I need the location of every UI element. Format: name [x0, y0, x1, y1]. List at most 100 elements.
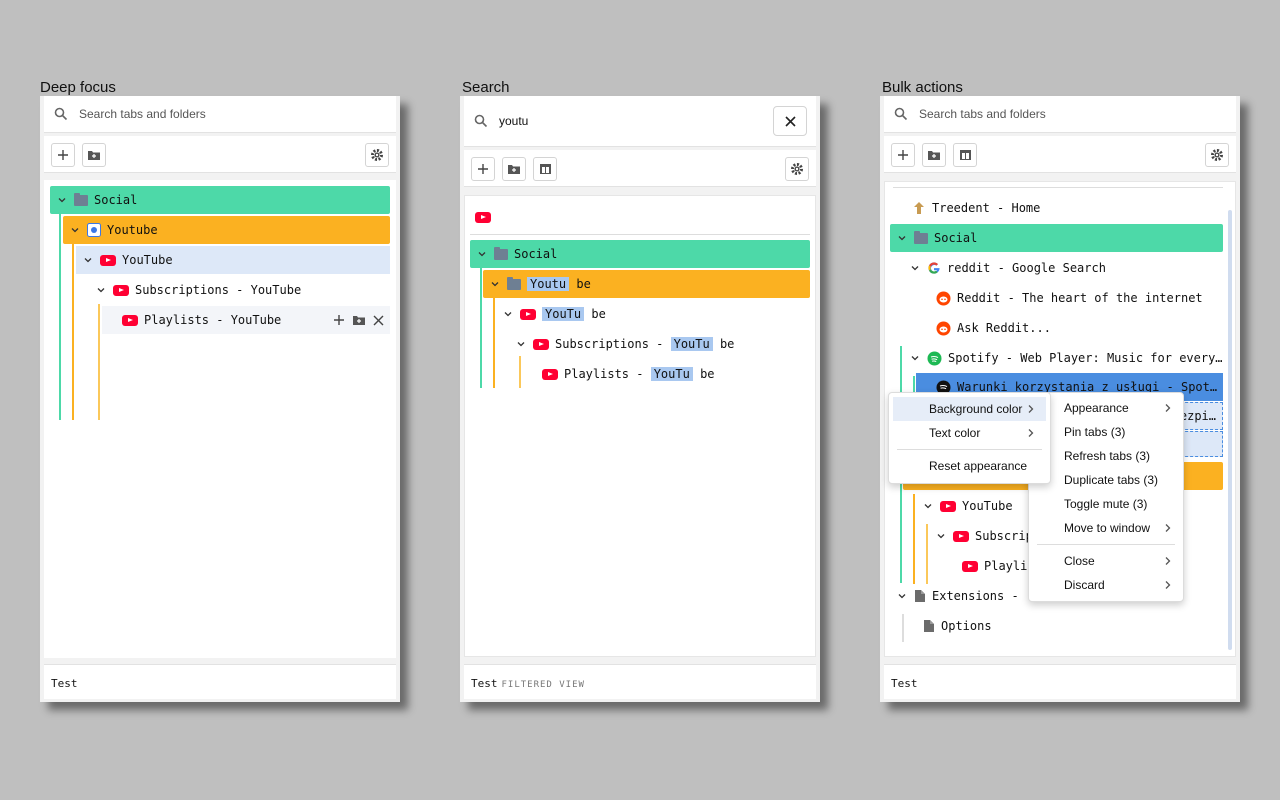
plus-icon[interactable] — [333, 314, 345, 326]
panel-search: youtu Social Youtu be YouTu be Subscript… — [460, 96, 820, 702]
menu-item-toggle-mute[interactable]: Toggle mute (3) — [1029, 492, 1183, 516]
search-icon — [474, 114, 488, 128]
chevron-down-icon[interactable] — [909, 262, 921, 274]
footer: Test — [884, 664, 1236, 699]
youtube-icon — [100, 254, 116, 266]
tab-row-youtube[interactable]: YouTu be — [496, 300, 810, 328]
menu-item-appearance[interactable]: Appearance — [1029, 396, 1183, 420]
menu-item-label: Duplicate tabs (3) — [1064, 473, 1159, 487]
new-folder-button[interactable] — [502, 157, 526, 181]
tab-row-youtube[interactable]: YouTube — [76, 246, 390, 274]
app-icon — [87, 223, 101, 237]
row-label-rest: be — [576, 277, 591, 291]
youtube-icon — [520, 308, 536, 320]
menu-item-reset-appearance[interactable]: Reset appearance — [893, 454, 1046, 478]
new-folder-button[interactable] — [82, 143, 106, 167]
new-folder-button[interactable] — [922, 143, 946, 167]
folder-row-social[interactable]: Social — [890, 224, 1223, 252]
menu-item-background-color[interactable]: Background color — [893, 397, 1046, 421]
settings-button[interactable] — [365, 143, 389, 167]
search-placeholder: Search tabs and folders — [79, 107, 206, 121]
row-label: Extensions - — [932, 589, 1019, 603]
tab-row-playlists[interactable]: Playlists - YouTube — [102, 306, 390, 334]
chevron-down-icon[interactable] — [502, 308, 514, 320]
tab-row-ask-reddit[interactable]: Ask Reddit... — [916, 314, 1223, 342]
menu-item-label: Discard — [1064, 578, 1105, 592]
panel-deep-focus: Search tabs and folders Social Youtube Y… — [40, 96, 400, 702]
chevron-down-icon[interactable] — [82, 254, 94, 266]
clear-search-button[interactable] — [773, 106, 807, 136]
row-label: Treedent - Home — [932, 201, 1041, 215]
search-bar[interactable]: Search tabs and folders — [44, 96, 396, 133]
chevron-down-icon[interactable] — [909, 352, 921, 364]
search-icon — [894, 107, 908, 121]
chevron-down-icon[interactable] — [922, 500, 934, 512]
close-icon[interactable] — [373, 315, 384, 326]
tab-row-spotify[interactable]: Spotify - Web Player: Music for every… — [903, 344, 1223, 372]
folder-plus-icon — [928, 151, 940, 160]
new-tab-button[interactable] — [471, 157, 495, 181]
match-highlight: YouTu — [542, 307, 585, 321]
search-input[interactable]: youtu — [499, 114, 528, 128]
chevron-down-icon[interactable] — [896, 590, 908, 602]
search-bar[interactable]: youtu — [464, 96, 816, 147]
close-icon — [784, 115, 796, 127]
settings-button[interactable] — [785, 157, 809, 181]
tab-row-treedent[interactable]: Treedent - Home — [890, 194, 1223, 222]
menu-item-label: Close — [1064, 554, 1095, 568]
tree-guide-line — [519, 356, 521, 388]
folder-icon — [507, 276, 521, 290]
menu-item-refresh-tabs[interactable]: Refresh tabs (3) — [1029, 444, 1183, 468]
row-label-rest: be — [700, 367, 715, 381]
footer: Test — [44, 664, 396, 699]
folder-row-social[interactable]: Social — [470, 240, 810, 268]
menu-item-text-color[interactable]: Text color — [893, 421, 1046, 445]
menu-item-move-to-window[interactable]: Move to window — [1029, 516, 1183, 540]
chevron-down-icon[interactable] — [515, 338, 527, 350]
reddit-icon — [936, 291, 951, 305]
folder-row-social[interactable]: Social — [50, 186, 390, 214]
new-window-button[interactable] — [953, 143, 977, 167]
menu-item-duplicate-tabs[interactable]: Duplicate tabs (3) — [1029, 468, 1183, 492]
tab-row-youtube-group[interactable]: Youtube — [63, 216, 390, 244]
tab-row-playlists[interactable]: Playlists - YouTu be — [522, 360, 810, 388]
footer: Test FILTERED VIEW — [464, 664, 816, 699]
plus-icon — [898, 150, 908, 160]
chevron-down-icon[interactable] — [489, 278, 501, 290]
tab-row-reddit[interactable]: Reddit - The heart of the internet — [916, 284, 1223, 312]
new-tab-button[interactable] — [891, 143, 915, 167]
document-icon — [924, 620, 934, 632]
menu-separator — [897, 449, 1042, 450]
youtube-icon — [962, 560, 978, 572]
tree-guide-line — [59, 214, 61, 420]
chevron-down-icon[interactable] — [56, 194, 68, 206]
tab-row-options[interactable]: Options — [903, 612, 1223, 640]
chevron-right-icon — [1165, 581, 1171, 589]
tab-row-subscriptions[interactable]: Subscriptions - YouTu be — [509, 330, 810, 358]
chevron-down-icon[interactable] — [935, 530, 947, 542]
tab-row-reddit-search[interactable]: reddit - Google Search — [903, 254, 1223, 282]
folder-row-youtube[interactable]: Youtu be — [483, 270, 810, 298]
menu-item-pin-tabs[interactable]: Pin tabs (3) — [1029, 420, 1183, 444]
search-bar[interactable]: Search tabs and folders — [884, 96, 1236, 133]
menu-item-discard[interactable]: Discard — [1029, 573, 1183, 597]
youtube-icon — [953, 530, 969, 542]
chevron-down-icon[interactable] — [69, 224, 81, 236]
footer-label: Test — [471, 677, 498, 690]
tab-row-subscriptions[interactable]: Subscriptions - YouTube — [89, 276, 390, 304]
pinned-youtube-tab[interactable] — [475, 210, 491, 228]
settings-button[interactable] — [1205, 143, 1229, 167]
chevron-down-icon[interactable] — [95, 284, 107, 296]
new-window-button[interactable] — [533, 157, 557, 181]
tree-guide-line — [72, 244, 74, 420]
chevron-down-icon[interactable] — [476, 248, 488, 260]
google-icon — [928, 262, 940, 274]
scrollbar[interactable] — [1228, 210, 1232, 650]
folder-plus-icon[interactable] — [352, 314, 366, 326]
gear-icon — [371, 149, 383, 161]
context-menu: Appearance Pin tabs (3) Refresh tabs (3)… — [1028, 392, 1184, 602]
new-tab-button[interactable] — [51, 143, 75, 167]
chevron-down-icon[interactable] — [896, 232, 908, 244]
menu-item-close[interactable]: Close — [1029, 549, 1183, 573]
row-label: YouTube — [122, 253, 173, 267]
